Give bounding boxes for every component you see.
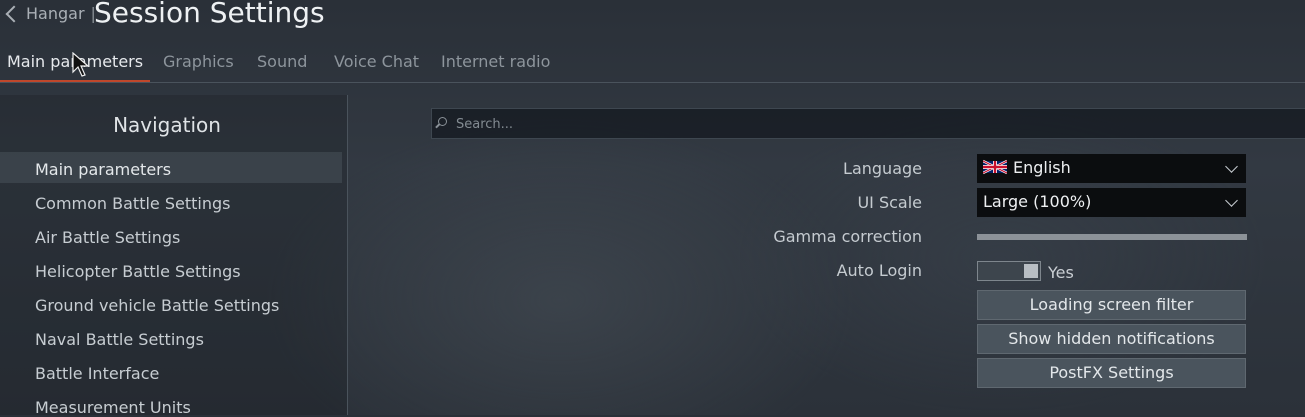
language-select[interactable]: English (977, 154, 1246, 183)
nav-item-battle-interface[interactable]: Battle Interface (35, 364, 159, 383)
nav-item-main-parameters[interactable]: Main parameters (35, 160, 171, 179)
language-label: Language (843, 159, 922, 178)
language-select-content: English (983, 158, 1071, 177)
chevron-down-icon (1225, 160, 1238, 173)
page-title: Session Settings (94, 0, 325, 29)
nav-item-naval-battle-settings[interactable]: Naval Battle Settings (35, 330, 204, 349)
auto-login-label: Auto Login (836, 261, 922, 280)
tab-bar: Main parameters Graphics Sound Voice Cha… (0, 44, 1305, 83)
auto-login-toggle[interactable] (977, 261, 1041, 281)
nav-item-ground-vehicle-battle-settings[interactable]: Ground vehicle Battle Settings (35, 296, 279, 315)
ui-scale-select[interactable]: Large (100%) (977, 188, 1246, 217)
show-hidden-notifications-button[interactable]: Show hidden notifications (977, 324, 1246, 354)
nav-item-common-battle-settings[interactable]: Common Battle Settings (35, 194, 230, 213)
tab-sound[interactable]: Sound (257, 52, 307, 71)
back-label: Hangar (26, 4, 85, 23)
navigation-title: Navigation (113, 113, 221, 137)
header: Hangar | Session Settings (0, 0, 1305, 34)
chevron-down-icon (1225, 194, 1238, 207)
back-to-hangar-link[interactable]: Hangar | (4, 4, 102, 23)
search-input[interactable] (454, 113, 1278, 135)
ui-scale-value: Large (100%) (983, 192, 1092, 211)
language-value: English (1013, 158, 1071, 177)
search-icon (438, 117, 447, 126)
uk-flag-icon (983, 159, 1007, 175)
nav-item-air-battle-settings[interactable]: Air Battle Settings (35, 228, 180, 247)
tab-graphics[interactable]: Graphics (163, 52, 234, 71)
search-bar (431, 108, 1305, 139)
nav-item-helicopter-battle-settings[interactable]: Helicopter Battle Settings (35, 262, 241, 281)
ui-scale-label: UI Scale (857, 193, 922, 212)
postfx-settings-button[interactable]: PostFX Settings (977, 358, 1246, 388)
toggle-knob (1024, 264, 1038, 278)
gamma-slider[interactable] (977, 234, 1247, 240)
navigation-panel: Navigation Main parameters Common Battle… (0, 95, 348, 417)
tab-voice-chat[interactable]: Voice Chat (334, 52, 419, 71)
loading-screen-filter-button[interactable]: Loading screen filter (977, 290, 1246, 320)
nav-item-measurement-units[interactable]: Measurement Units (35, 398, 191, 417)
mouse-cursor-icon (72, 52, 90, 77)
auto-login-value: Yes (1048, 263, 1074, 282)
tab-internet-radio[interactable]: Internet radio (441, 52, 550, 71)
gamma-label: Gamma correction (773, 227, 922, 246)
active-tab-indicator (0, 80, 150, 82)
chevron-left-icon (5, 5, 23, 22)
